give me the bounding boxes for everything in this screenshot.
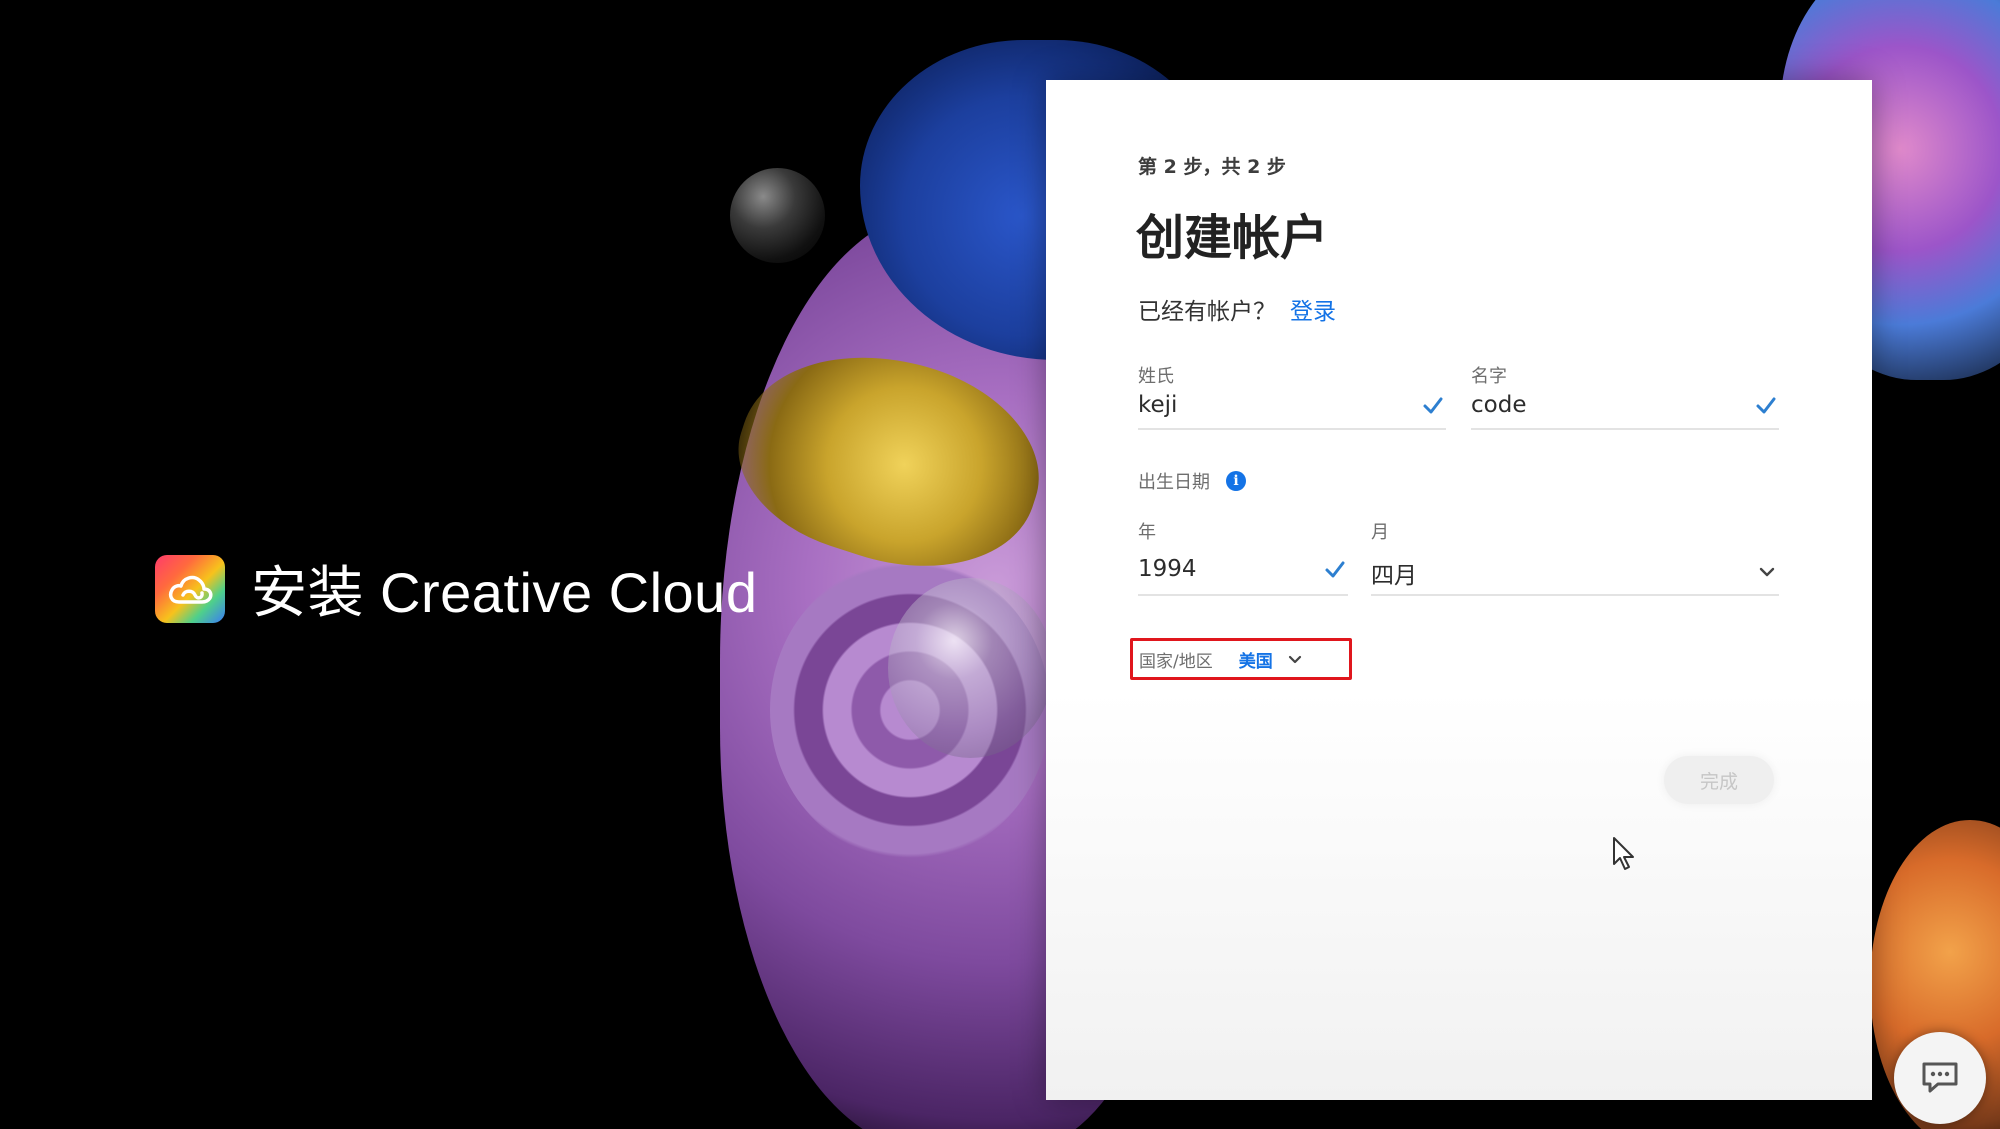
last-name-input[interactable]: keji [1138, 392, 1177, 418]
chat-icon [1922, 1062, 1958, 1093]
date-of-birth-label: 出生日期 i [1138, 468, 1246, 494]
creative-cloud-glyph-icon [168, 575, 213, 604]
background-artwork-dark-orb [730, 168, 825, 263]
last-name-label: 姓氏 [1138, 366, 1174, 387]
country-region-select[interactable]: 国家/地区 美国 [1130, 638, 1352, 680]
birth-month-value[interactable]: 四月 [1371, 556, 1417, 590]
create-account-dialog: 第 2 步，共 2 步 创建帐户 已经有帐户？ 登录 姓氏 keji 名字 cod… [1046, 80, 1872, 1100]
chat-button[interactable] [1894, 1032, 1986, 1124]
date-of-birth-text: 出生日期 [1138, 472, 1210, 493]
step-indicator: 第 2 步，共 2 步 [1138, 156, 1286, 178]
creative-cloud-logo-icon [155, 554, 225, 623]
chevron-down-icon[interactable] [1757, 562, 1777, 582]
info-icon[interactable]: i [1226, 471, 1246, 491]
birth-year-input[interactable]: 1994 [1138, 556, 1197, 582]
birth-year-label: 年 [1138, 522, 1156, 543]
last-name-field[interactable]: 姓氏 keji [1138, 362, 1446, 430]
checkmark-icon [1325, 561, 1345, 578]
first-name-field[interactable]: 名字 code [1471, 362, 1779, 430]
done-button[interactable]: 完成 [1664, 756, 1774, 804]
first-name-label: 名字 [1471, 366, 1507, 387]
country-region-label: 国家/地区 [1139, 651, 1213, 672]
page-title: 创建帐户 [1136, 210, 1329, 266]
have-account-text: 已经有帐户？ [1138, 299, 1276, 325]
checkmark-icon [1423, 397, 1443, 414]
chevron-down-icon[interactable] [1287, 651, 1303, 667]
birth-month-select[interactable]: 月 四月 [1371, 518, 1779, 596]
app-window: 安装 Creative Cloud 第 2 步，共 2 步 创建帐户 已经有帐户… [0, 0, 2000, 1129]
app-title: 安装 Creative Cloud [251, 561, 758, 624]
birth-year-field[interactable]: 年 1994 [1138, 518, 1348, 596]
have-account-prompt: 已经有帐户？ 登录 [1138, 292, 1336, 326]
signin-link[interactable]: 登录 [1290, 299, 1336, 325]
branding: 安装 Creative Cloud [155, 548, 757, 629]
mouse-cursor-icon [1613, 837, 1634, 870]
country-region-value[interactable]: 美国 [1239, 647, 1273, 672]
checkmark-icon [1756, 397, 1776, 414]
background-artwork-glass-bubble [888, 578, 1053, 758]
first-name-input[interactable]: code [1471, 392, 1526, 418]
birth-month-label: 月 [1371, 522, 1389, 543]
